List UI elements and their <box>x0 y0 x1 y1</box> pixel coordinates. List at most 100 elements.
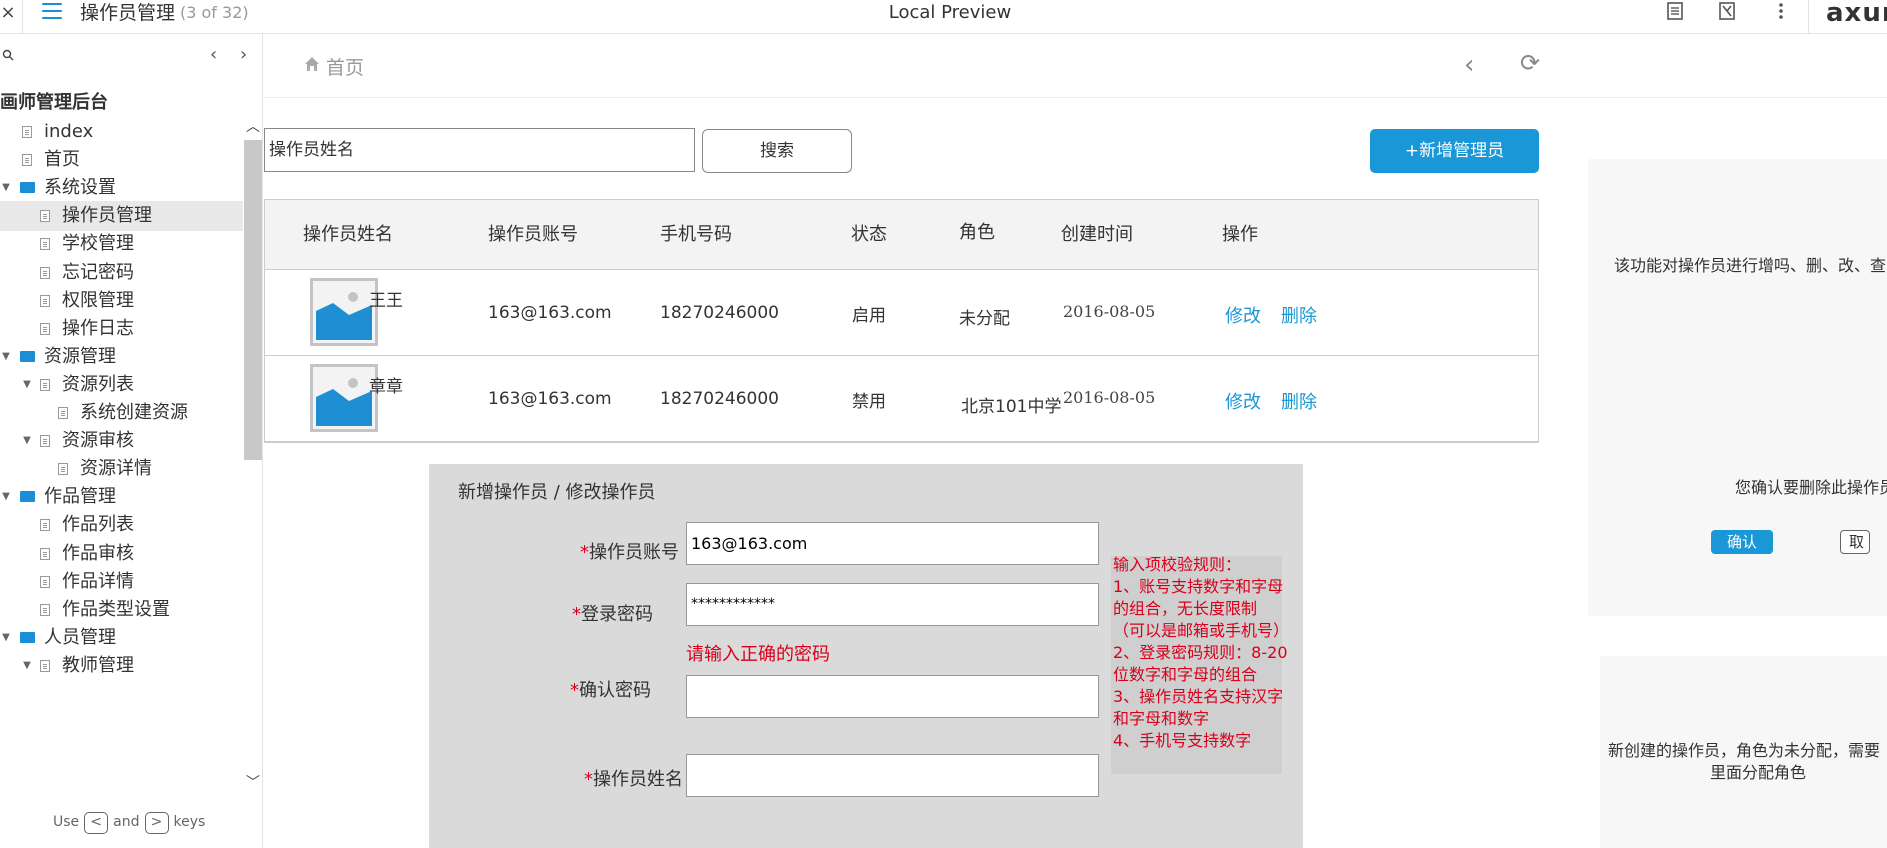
tree-title: 画师管理后台 <box>0 92 108 113</box>
sidebar-item[interactable]: ▼ 教师管理 <box>0 651 243 681</box>
expand-arrow-icon[interactable]: ▼ <box>21 651 33 681</box>
sidebar-item[interactable]: 作品类型设置 <box>0 595 243 625</box>
sidebar-item[interactable]: 忘记密码 <box>0 258 243 288</box>
sidebar-item[interactable]: 作品列表 <box>0 510 243 540</box>
sidebar-item[interactable]: 操作员管理 <box>0 201 243 232</box>
more-options-icon[interactable] <box>1770 2 1792 24</box>
left-key-icon: < <box>84 812 109 834</box>
password-label-text: 登录密码 <box>581 604 653 625</box>
sidebar-item[interactable]: 操作日志 <box>0 314 243 344</box>
confirm-password-input[interactable] <box>686 675 1099 718</box>
sidebar-item[interactable]: 资源详情 <box>0 454 243 484</box>
divider <box>1808 0 1809 34</box>
folder-icon <box>20 491 35 503</box>
edit-link[interactable]: 修改 <box>1225 302 1261 328</box>
back-icon[interactable]: ‹ <box>1464 50 1474 80</box>
page-icon <box>40 266 50 279</box>
expand-arrow-icon[interactable]: ▼ <box>0 342 12 372</box>
search-button[interactable]: 搜索 <box>702 129 852 173</box>
sidebar-item-label: 系统设置 <box>44 177 116 199</box>
expand-arrow-icon[interactable]: ▼ <box>0 482 12 512</box>
delete-link[interactable]: 删除 <box>1281 388 1317 414</box>
sidebar-item[interactable]: 学校管理 <box>0 229 243 259</box>
scroll-down-icon[interactable]: ﹀ <box>244 772 262 792</box>
sidebar-item-label: 权限管理 <box>62 289 134 311</box>
delete-confirm-dialog: 您确认要删除此操作员 确认 取 <box>1588 394 1887 616</box>
delete-link[interactable]: 删除 <box>1281 302 1317 328</box>
required-mark: * <box>580 542 589 563</box>
sidebar-item[interactable]: ▼ 资源列表 <box>0 370 243 400</box>
new-operator-note: 新创建的操作员，角色为未分配，需要 里面分配角色 <box>1600 656 1887 848</box>
column-header: 手机号码 <box>660 224 732 245</box>
table-row: 王王 163@163.com 18270246000 启用 未分配 2016-0… <box>265 270 1538 356</box>
search-icon[interactable] <box>2 49 14 61</box>
account-input[interactable]: 163@163.com <box>686 522 1099 565</box>
notes-icon[interactable] <box>1664 2 1686 24</box>
sidebar-item[interactable]: ▼ 系统设置 <box>0 173 243 203</box>
sidebar-item-label: 资源审核 <box>62 430 134 452</box>
expand-arrow-icon[interactable]: ▼ <box>0 623 12 653</box>
menu-icon[interactable] <box>42 3 62 21</box>
breadcrumb-home[interactable]: 首页 <box>326 53 364 80</box>
rule-line: 3、操作员姓名支持汉字和字母和数字 <box>1113 687 1284 728</box>
refresh-icon[interactable]: ⟳ <box>1520 49 1540 77</box>
account-label-text: 操作员账号 <box>589 542 679 563</box>
previous-page-icon[interactable]: ‹ <box>210 45 217 65</box>
rule-line: 输入项校验规则： <box>1113 555 1242 574</box>
next-page-icon[interactable]: › <box>240 45 247 65</box>
page-icon <box>22 154 32 167</box>
sidebar-item-label: 学校管理 <box>62 233 134 255</box>
sidebar-item[interactable]: ▼ 作品管理 <box>0 482 243 512</box>
scroll-up-icon[interactable]: ︿ <box>244 116 262 136</box>
expand-arrow-icon[interactable]: ▼ <box>0 173 12 203</box>
operator-account: 163@163.com <box>488 303 612 323</box>
sidebar-item-label: 资源详情 <box>80 458 152 480</box>
page-icon <box>40 210 50 223</box>
page-icon <box>40 435 50 448</box>
table-row: 章章 163@163.com 18270246000 禁用 北京101中学 20… <box>265 356 1538 442</box>
operator-role: 北京101中学 <box>961 397 1062 417</box>
table-header: 操作员姓名 操作员账号 手机号码 状态 角色 创建时间 操作 <box>265 200 1538 270</box>
operator-phone: 18270246000 <box>660 303 779 323</box>
sidebar-item[interactable]: 系统创建资源 <box>0 398 243 428</box>
sidebar-item[interactable]: 首页 <box>0 145 243 175</box>
operator-role: 未分配 <box>959 309 1010 329</box>
page-icon <box>40 575 50 588</box>
cancel-button[interactable]: 取 <box>1840 530 1870 554</box>
password-input[interactable]: ************ <box>686 583 1099 626</box>
close-icon[interactable]: × <box>0 2 16 24</box>
delete-confirm-text: 您确认要删除此操作员 <box>1735 478 1887 497</box>
sidebar-item[interactable]: 权限管理 <box>0 286 243 316</box>
sidebar-item-label: 忘记密码 <box>62 261 134 283</box>
sidebar-item[interactable]: ▼ 资源管理 <box>0 342 243 372</box>
divider <box>22 0 23 34</box>
created-date: 2016-08-05 <box>1063 388 1156 407</box>
operator-name-input[interactable] <box>686 754 1099 797</box>
operator-table: 操作员姓名 操作员账号 手机号码 状态 角色 创建时间 操作 王王 163@16… <box>264 199 1539 443</box>
scrollbar-thumb[interactable] <box>244 140 262 460</box>
sidebar-search[interactable]: ‹ › <box>0 34 262 78</box>
sidebar-item[interactable]: ▼ 资源审核 <box>0 426 243 456</box>
top-bar: × 操作员管理 (3 of 32) Local Preview axure <box>0 0 1887 34</box>
column-header: 操作员账号 <box>488 224 578 245</box>
sidebar-item[interactable]: index <box>0 117 243 147</box>
column-header: 操作 <box>1222 224 1258 245</box>
sidebar-item[interactable]: 作品详情 <box>0 567 243 597</box>
operator-status: 禁用 <box>852 392 886 412</box>
confirm-button[interactable]: 确认 <box>1711 530 1773 554</box>
rule-line: 2、登录密码规则：8-20位数字和字母的组合 <box>1113 643 1288 684</box>
sidebar-item[interactable]: ▼ 人员管理 <box>0 623 243 653</box>
edit-link[interactable]: 修改 <box>1225 388 1261 414</box>
sidebar-item-label: 操作日志 <box>62 317 134 339</box>
page-icon <box>40 659 50 672</box>
main-content: 首页 ‹ ⟳ 操作员姓名 搜索 +新增管理员 操作员姓名 操作员账号 手机号码 … <box>264 34 1887 848</box>
function-note: 该功能对操作员进行增吗、删、改、查 <box>1588 159 1887 404</box>
home-icon[interactable] <box>304 56 320 72</box>
required-mark: * <box>584 769 593 790</box>
add-admin-button[interactable]: +新增管理员 <box>1370 129 1539 173</box>
operator-name-search-input[interactable]: 操作员姓名 <box>264 128 695 172</box>
hotspot-icon[interactable] <box>1716 2 1738 24</box>
expand-arrow-icon[interactable]: ▼ <box>21 426 33 456</box>
expand-arrow-icon[interactable]: ▼ <box>21 370 33 400</box>
sidebar-item[interactable]: 作品审核 <box>0 539 243 569</box>
